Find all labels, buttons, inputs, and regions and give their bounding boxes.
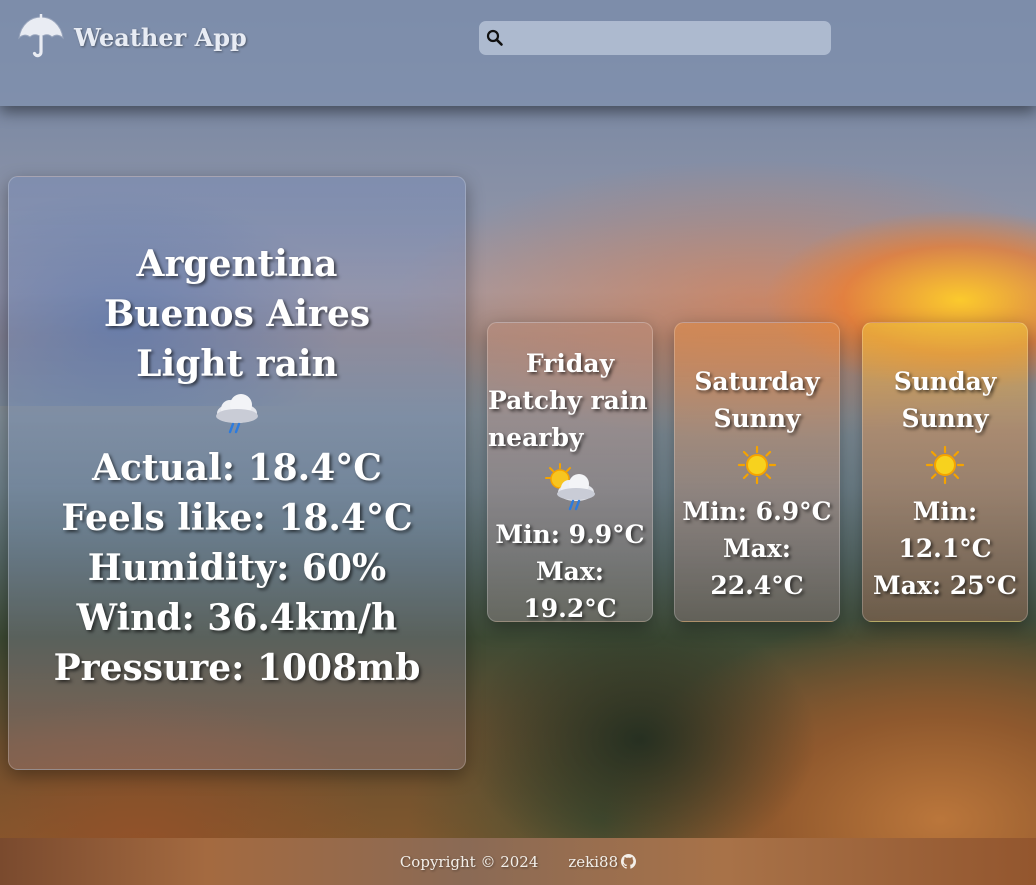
app-header: Weather App xyxy=(0,0,1036,106)
forecast-max-temperature: Max: 19.2°C xyxy=(523,557,617,623)
copyright-text: Copyright © 2024 xyxy=(399,852,539,871)
app-logo[interactable]: Weather App xyxy=(16,14,247,60)
umbrella-icon xyxy=(18,14,64,58)
city-name: Buenos Aires xyxy=(103,293,371,335)
forecast-max-temperature: Max: 22.4°C xyxy=(710,534,804,600)
forecast-condition: Sunny xyxy=(713,404,801,433)
sun-behind-rain-cloud-icon xyxy=(545,463,595,511)
actual-temperature: Actual: 18.4°C xyxy=(92,447,382,489)
forecast-card-friday: Friday Patchy rain nearby Min: 9.9°C Max… xyxy=(487,322,653,623)
forecast-condition: Patchy rain nearby xyxy=(488,386,648,452)
author-name: zeki88 xyxy=(568,852,619,871)
forecast-min-temperature: Min: 12.1°C xyxy=(898,497,992,563)
feels-like-temperature: Feels like: 18.4°C xyxy=(61,497,413,539)
humidity: Humidity: 60% xyxy=(87,547,387,589)
current-weather-card: Argentina Buenos Aires Light rain Actual… xyxy=(8,176,466,770)
forecast-day: Friday xyxy=(525,349,615,378)
github-icon xyxy=(621,854,637,869)
author-link[interactable]: zeki88 xyxy=(568,852,637,871)
forecast-day: Sunday xyxy=(893,367,997,396)
current-condition: Light rain xyxy=(136,343,338,385)
search-icon[interactable] xyxy=(486,29,504,47)
search-input[interactable] xyxy=(504,21,831,55)
forecast-condition: Sunny xyxy=(901,404,989,433)
forecast-card-sunday: Sunday Sunny Min: 12.1°C Max: 25°C xyxy=(862,322,1028,622)
forecast-day: Saturday xyxy=(694,367,820,396)
search-box[interactable] xyxy=(479,21,831,55)
forecast-card-saturday: Saturday Sunny Min: 6.9°C Max: 22.4°C xyxy=(674,322,840,622)
cloud-rain-icon xyxy=(216,394,258,434)
wind-speed: Wind: 36.4km/h xyxy=(76,597,398,639)
forecast-max-temperature: Max: 25°C xyxy=(873,571,1017,600)
forecast-min-temperature: Min: 9.9°C xyxy=(495,520,645,549)
forecast-min-temperature: Min: 6.9°C xyxy=(682,497,832,526)
app-footer: Copyright © 2024 zeki88 xyxy=(0,838,1036,885)
background-trees xyxy=(440,600,860,840)
sun-icon xyxy=(925,445,965,485)
sun-icon xyxy=(737,445,777,485)
country-name: Argentina xyxy=(136,243,338,285)
pressure: Pressure: 1008mb xyxy=(53,647,421,689)
app-title: Weather App xyxy=(74,22,247,52)
